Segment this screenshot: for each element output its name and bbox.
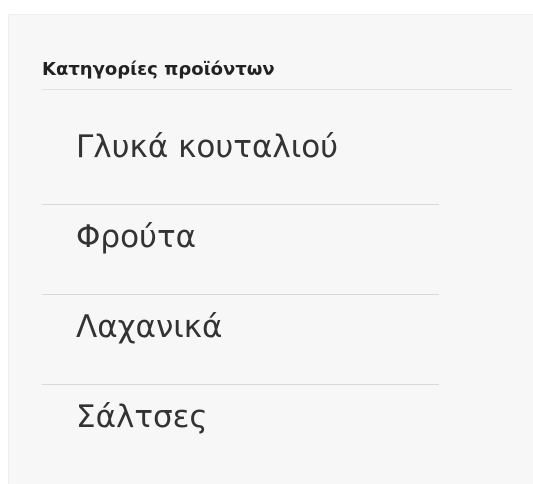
widget-title: Κατηγορίες προϊόντων <box>42 59 275 80</box>
category-list: Γλυκά κουταλιού Φρούτα Λαχανικά Σάλτσες <box>42 115 439 475</box>
list-item: Λαχανικά <box>42 295 439 385</box>
category-link-fruits[interactable]: Φρούτα <box>76 217 196 257</box>
list-item: Γλυκά κουταλιού <box>42 115 439 205</box>
product-categories-widget: Κατηγορίες προϊόντων Γλυκά κουταλιού Φρο… <box>8 14 533 484</box>
list-item: Σάλτσες <box>42 385 439 475</box>
list-item: Φρούτα <box>42 205 439 295</box>
category-link-sauces[interactable]: Σάλτσες <box>76 397 208 437</box>
category-link-spoon-sweets[interactable]: Γλυκά κουταλιού <box>76 127 338 167</box>
category-link-vegetables[interactable]: Λαχανικά <box>76 307 223 347</box>
title-divider <box>42 89 512 90</box>
